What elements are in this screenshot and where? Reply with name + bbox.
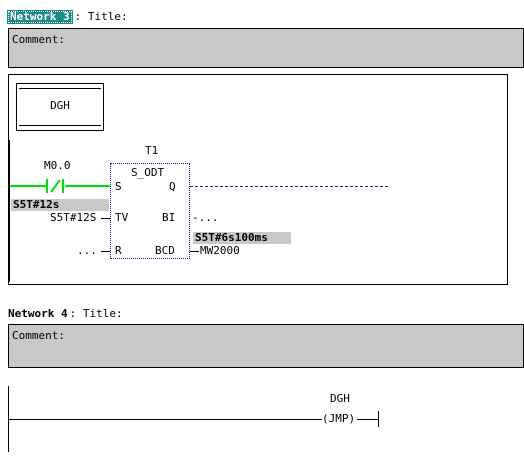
timer-name: T1: [145, 144, 159, 157]
network-3-badge[interactable]: Network 3: [7, 10, 73, 24]
tv-wire: [101, 218, 110, 219]
pin-bi: BI: [162, 211, 176, 224]
timer-type: S_ODT: [131, 166, 165, 179]
power-flow-line-right: [65, 185, 110, 187]
pin-r: R: [115, 244, 122, 257]
network-4-label: Network 4: [8, 307, 68, 320]
network-4-rung-line: [9, 419, 322, 420]
bcd-status-value: S5T#6s100ms: [193, 232, 291, 244]
r-parameter[interactable]: ...: [77, 245, 97, 257]
network-4-header[interactable]: Network 4: Title:: [8, 302, 123, 320]
pin-bcd: BCD: [155, 244, 175, 257]
bi-parameter[interactable]: -...: [192, 212, 219, 224]
jmp-end-bar: [378, 411, 379, 427]
jmp-target-label: DGH: [330, 392, 350, 405]
jump-label-text: DGH: [50, 99, 70, 112]
tv-status-value: S5T#12s: [11, 199, 109, 211]
power-flow-line-left: [10, 185, 46, 187]
timer-block-s-odt[interactable]: S_ODT S Q TV BI R BCD: [110, 163, 190, 259]
network-4-comment-label: Comment:: [12, 329, 65, 342]
bcd-wire: [190, 251, 199, 252]
network-4-title-label: : Title:: [69, 307, 123, 320]
power-rail-left: [8, 140, 10, 282]
r-wire: [101, 251, 110, 252]
normally-closed-contact[interactable]: [44, 178, 68, 194]
tv-parameter[interactable]: S5T#12S: [50, 212, 96, 224]
jmp-instruction[interactable]: (JMP): [322, 413, 355, 425]
pin-tv: TV: [115, 211, 129, 224]
jmp-trailing-line: [357, 419, 379, 420]
network-3-comment-field[interactable]: Comment:: [8, 28, 524, 68]
bcd-parameter[interactable]: MW2000: [200, 245, 240, 257]
network-3-header[interactable]: Network 3: Title:: [7, 5, 128, 24]
network-4-comment-field[interactable]: Comment:: [8, 324, 524, 368]
q-output-line: [190, 186, 388, 187]
network-3-comment-label: Comment:: [12, 33, 65, 46]
jump-label-box[interactable]: DGH: [16, 83, 104, 131]
pin-s: S: [115, 180, 122, 193]
contact-address: M0.0: [44, 159, 71, 172]
pin-q: Q: [169, 180, 176, 193]
network-3-title-label: : Title:: [74, 10, 128, 23]
